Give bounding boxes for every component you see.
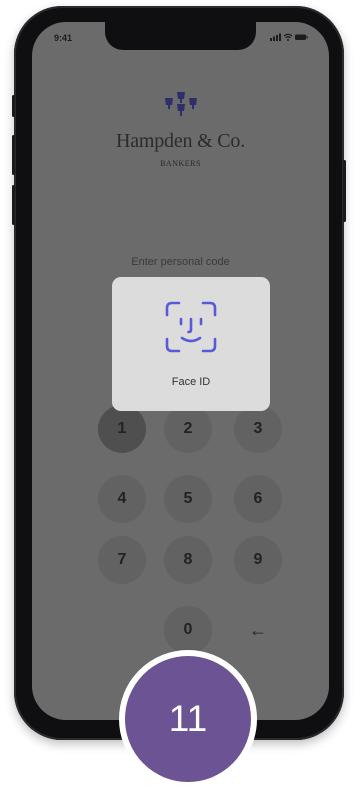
- face-id-label: Face ID: [171, 376, 211, 388]
- key-8[interactable]: 8: [164, 536, 212, 584]
- face-id-dialog: Face ID: [112, 277, 270, 411]
- tutorial-stage: 9:41 Hampden & Co. BANKERS Enter persona…: [0, 0, 361, 787]
- notch: [105, 22, 256, 50]
- brand-subtitle: BANKERS: [160, 159, 201, 168]
- crest-icon: [165, 92, 197, 116]
- phone-screen: 9:41 Hampden & Co. BANKERS Enter persona…: [32, 22, 329, 720]
- volume-up-button: [12, 135, 15, 175]
- mute-switch: [12, 95, 15, 117]
- key-9[interactable]: 9: [234, 536, 282, 584]
- key-5[interactable]: 5: [164, 475, 212, 523]
- key-0[interactable]: 0: [164, 606, 212, 654]
- wifi-icon: [283, 33, 293, 41]
- step-number-badge: 11: [119, 650, 257, 787]
- volume-down-button: [12, 185, 15, 225]
- status-icons: [270, 33, 308, 41]
- brand-name: Hampden & Co.: [115, 130, 246, 152]
- key-2[interactable]: 2: [164, 405, 212, 453]
- personal-code-prompt: Enter personal code: [131, 256, 230, 268]
- key-6[interactable]: 6: [234, 475, 282, 523]
- face-id-icon: [165, 301, 217, 353]
- power-button: [343, 160, 346, 222]
- key-1[interactable]: 1: [98, 405, 146, 453]
- key-4[interactable]: 4: [98, 475, 146, 523]
- backspace-button[interactable]: ←: [234, 606, 282, 654]
- status-time: 9:41: [54, 33, 73, 43]
- key-3[interactable]: 3: [234, 405, 282, 453]
- key-7[interactable]: 7: [98, 536, 146, 584]
- battery-icon: [295, 34, 308, 40]
- signal-icon: [270, 33, 281, 41]
